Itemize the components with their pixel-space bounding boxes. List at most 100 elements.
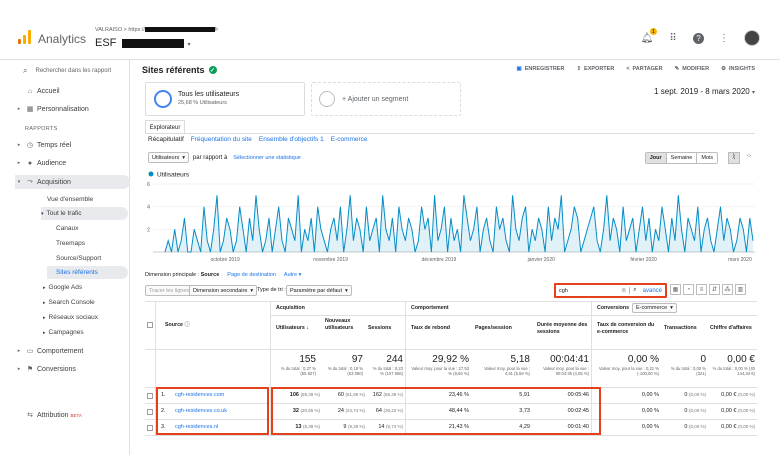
sidebar-item-label: Conversions — [37, 365, 76, 373]
edit-button[interactable]: ✎ MODIFIER — [675, 66, 710, 72]
sort-type-select[interactable]: Paramètre par défaut ▾ — [286, 285, 352, 296]
sidebar-item-personnalisation[interactable]: ▸ ▦ Personnalisation — [15, 102, 130, 116]
sidebar-sub-google-ads[interactable]: ▸ Google Ads — [43, 281, 82, 294]
col-header-sessions[interactable]: Sessions — [368, 325, 403, 332]
sidebar-item-audience[interactable]: ▸ ● Audience — [15, 156, 130, 170]
performance-view-icon[interactable]: ≡ — [696, 284, 707, 295]
notification-badge: 1 — [650, 28, 657, 35]
help-icon[interactable]: ? — [693, 32, 704, 44]
granularity-day-button[interactable]: Jour — [645, 153, 667, 163]
granularity-week-button[interactable]: Semaine — [666, 153, 698, 163]
dimension-landing-page[interactable]: Page de destination — [227, 272, 276, 278]
apps-grid-icon[interactable]: ⠿ — [667, 32, 679, 44]
sidebar-sub-treemaps[interactable]: Treemaps — [56, 237, 85, 250]
more-vert-icon[interactable]: ⋮ — [718, 32, 730, 44]
page-title-text: Sites référents — [142, 65, 205, 75]
col-header-conversion-rate[interactable]: Taux de conversion du e-commerce — [597, 322, 657, 335]
sidebar-item-comportement[interactable]: ▸ ▭ Comportement — [15, 344, 130, 358]
export-button[interactable]: ⇪ EXPORTER — [576, 66, 614, 72]
total-value: 155 — [299, 354, 316, 365]
sidebar-sub-reseaux-sociaux[interactable]: ▸ Réseaux sociaux — [43, 311, 98, 324]
insights-button[interactable]: ⚙ INSIGHTS — [721, 66, 755, 72]
subtab-ecommerce[interactable]: E-commerce — [331, 136, 368, 143]
motion-chart-icon[interactable]: ⁘ — [743, 152, 755, 164]
sidebar-search[interactable]: ⌕ Rechercher dans les rapport — [23, 66, 111, 76]
granularity-month-button[interactable]: Mois — [697, 153, 717, 163]
plot-rows-button[interactable]: Tracer les lignes — [145, 285, 194, 296]
segment-current[interactable]: Tous les utilisateurs 25,68 % Utilisateu… — [145, 82, 305, 116]
sidebar-item-conversions[interactable]: ▸ ⚑ Conversions — [15, 362, 130, 376]
comparison-view-icon[interactable]: ⇵ — [709, 284, 720, 295]
sidebar-item-acquisition[interactable]: ▾ ⤳ Acquisition — [15, 175, 130, 189]
share-button[interactable]: < PARTAGER — [626, 66, 662, 72]
col-header-bounce-rate[interactable]: Taux de rebond — [411, 325, 466, 332]
sidebar-sub-campagnes[interactable]: ▸ Campagnes — [43, 326, 84, 339]
property-name: ESF — [95, 37, 117, 49]
behavior-icon: ▭ — [26, 348, 34, 355]
pivot-view-icon[interactable]: ▥ — [735, 284, 746, 295]
table-view-icon[interactable]: ▦ — [670, 284, 681, 295]
sidebar-sub-tout-le-trafic[interactable]: ▾ Tout le trafic — [41, 207, 128, 220]
col-header-source[interactable]: Source ⓘ — [165, 322, 190, 329]
col-header-users[interactable]: Utilisateurs ↓ — [276, 325, 314, 332]
chevron-down-icon: ▾ — [670, 305, 673, 311]
sidebar-item-temps-reel[interactable]: ▸ ◷ Temps réel — [15, 138, 130, 152]
col-header-transactions[interactable]: Transactions — [664, 325, 704, 332]
line-chart-icon[interactable]: ⌇ — [728, 152, 740, 164]
dimension-other[interactable]: Autre ▾ — [284, 272, 301, 278]
sidebar-sub-canaux[interactable]: Canaux — [56, 222, 78, 235]
dimension-other-label: Autre — [283, 272, 298, 278]
bell-icon[interactable]: 🔔︎ 1 — [641, 28, 657, 44]
sidebar-sub-search-console[interactable]: ▸ Search Console — [43, 296, 95, 309]
avatar[interactable] — [744, 30, 760, 46]
total-subtext: Valeur moy. pour la vue : 00:04:35 (4,05… — [543, 366, 589, 376]
table-search-input[interactable]: cgh — [559, 288, 618, 294]
select-statistic-link[interactable]: Sélectionner une statistique — [233, 155, 301, 161]
sidebar-item-label: Acquisition — [37, 178, 71, 186]
sidebar-sub-vue-ensemble[interactable]: Vue d'ensemble — [47, 193, 93, 206]
analytics-logo-icon[interactable] — [18, 30, 32, 44]
sidebar-sub-label: Google Ads — [48, 284, 83, 291]
sidebar-item-accueil[interactable]: ⌂ Accueil — [15, 84, 130, 98]
sidebar-sub-sites-referents[interactable]: Sites référents — [47, 266, 128, 279]
verified-check-icon: ✓ — [208, 66, 217, 74]
sidebar-item-attribution[interactable]: ⇆ Attribution BETA — [15, 408, 130, 422]
term-cloud-icon[interactable]: ⁂ — [722, 284, 733, 295]
caret-right-icon: ▸ — [43, 284, 46, 291]
conversions-goal-select[interactable]: E-commerce ▾ — [632, 303, 677, 313]
secondary-dimension-select[interactable]: Dimension secondaire ▾ — [189, 285, 258, 296]
advanced-filter-link[interactable]: avancé — [643, 288, 665, 294]
col-header-new-users[interactable]: Nouveaux utilisateurs — [325, 318, 363, 331]
property-selector[interactable]: ESF ▾ — [95, 37, 191, 49]
sidebar-sub-source-support[interactable]: Source/Support — [56, 252, 101, 265]
total-value: 97 — [351, 354, 363, 365]
chevron-down-icon: ▾ — [182, 154, 185, 161]
row-checkbox[interactable] — [147, 393, 153, 399]
search-icon: ⌕ — [23, 66, 28, 75]
primary-dimension-selected[interactable]: Source — [201, 272, 220, 278]
tab-explorer[interactable]: Explorateur — [145, 120, 185, 134]
redacted-block — [122, 38, 185, 48]
sort-type-value: Paramètre par défaut — [290, 287, 342, 294]
clear-icon[interactable]: ⊗ — [621, 287, 626, 294]
add-segment-button[interactable]: + Ajouter un segment — [311, 82, 461, 116]
account-breadcrumb-label: VALRAISO > https:// — [95, 27, 145, 33]
account-breadcrumb[interactable]: VALRAISO > https:// fr — [95, 27, 218, 33]
col-header-revenue[interactable]: Chiffre d'affaires — [710, 325, 757, 332]
date-range-picker[interactable]: 1 sept. 2019 - 8 mars 2020 ▾ — [654, 87, 755, 96]
col-header-avg-duration[interactable]: Durée moyenne des sessions — [537, 322, 589, 335]
subtab-summary[interactable]: Récapitulatif — [148, 136, 184, 143]
metric-select[interactable]: Utilisateurs ▾ — [148, 152, 189, 163]
pie-view-icon[interactable]: ◔ — [683, 284, 694, 295]
row-checkbox[interactable] — [147, 409, 153, 415]
subtab-site-usage[interactable]: Fréquentation du site — [191, 136, 252, 143]
x-tick-label: novembre 2019 — [313, 257, 348, 263]
col-header-pages-session[interactable]: Pages/session — [475, 325, 530, 332]
caret-right-icon: ▸ — [17, 106, 21, 112]
search-icon[interactable]: ⌕ — [629, 287, 639, 294]
row-checkbox[interactable] — [147, 425, 153, 431]
sort-type-label: Type de tri : — [257, 287, 286, 293]
save-button[interactable]: ▣ ENREGISTRER — [517, 66, 565, 72]
select-all-checkbox[interactable] — [147, 322, 153, 328]
subtab-goals[interactable]: Ensemble d'objectifs 1 — [259, 136, 324, 143]
